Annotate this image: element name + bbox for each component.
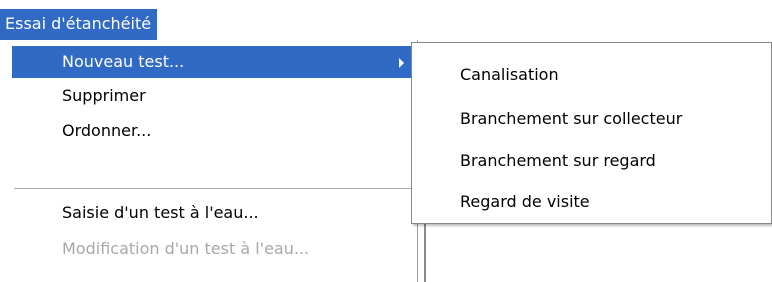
menu-item-supprimer[interactable]: Supprimer: [12, 80, 412, 112]
menu-item-ordonner[interactable]: Ordonner...: [12, 115, 412, 147]
submenu-item-regard-visite[interactable]: Regard de visite: [460, 186, 590, 218]
submenu-item-branchement-regard[interactable]: Branchement sur regard: [460, 145, 656, 177]
menu-item-label: Supprimer: [62, 86, 146, 105]
menu-item-nouveau-test[interactable]: Nouveau test...: [12, 46, 412, 78]
submenu-item-branchement-collecteur[interactable]: Branchement sur collecteur: [460, 103, 682, 135]
menu-item-modification-test-eau: Modification d'un test à l'eau...: [12, 233, 412, 265]
background-window: [424, 224, 772, 282]
submenu-nouveau-test: Canalisation Branchement sur collecteur …: [411, 42, 772, 224]
menu-bar: Essai d'étanchéité: [0, 0, 772, 40]
menu-item-label: Nouveau test...: [62, 52, 185, 71]
submenu-item-canalisation[interactable]: Canalisation: [460, 59, 559, 91]
menu-item-label: Ordonner...: [62, 121, 152, 140]
menu-item-label: Saisie d'un test à l'eau...: [62, 203, 259, 222]
menu-item-saisie-test-eau[interactable]: Saisie d'un test à l'eau...: [12, 197, 412, 229]
menu-separator: [14, 188, 412, 190]
menu-item-label: Modification d'un test à l'eau...: [62, 239, 310, 258]
menu-essai-etancheite[interactable]: Essai d'étanchéité: [0, 9, 158, 40]
dropdown-menu: Nouveau test... Supprimer Ordonner... Sa…: [0, 40, 418, 282]
chevron-right-icon: [399, 58, 404, 68]
